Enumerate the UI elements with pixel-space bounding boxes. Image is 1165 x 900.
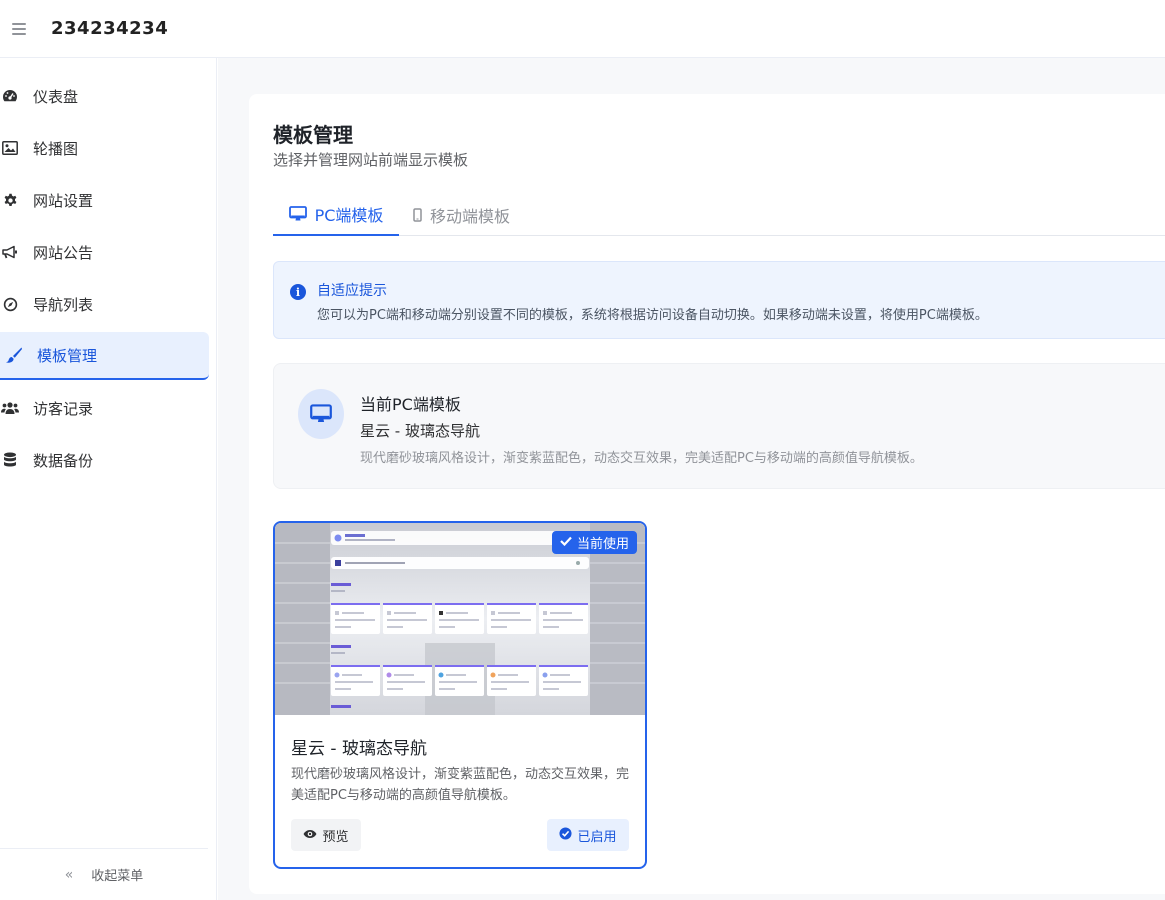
current-template-description: 现代磨砂玻璃风格设计，渐变紫蓝配色，动态交互效果，完美适配PC与移动端的高颜值导…	[360, 451, 923, 466]
megaphone-icon	[0, 242, 20, 262]
mobile-icon	[413, 208, 422, 222]
image-icon	[0, 138, 20, 158]
sidebar-nav: 仪表盘 轮播图 网站设置 网站公告 导航列表 模板管理 访客记录 数据备份	[0, 72, 217, 488]
template-card-description: 现代磨砂玻璃风格设计，渐变紫蓝配色，动态交互效果，完美适配PC与移动端的高颜值导…	[291, 767, 630, 803]
sidebar-item-template-management[interactable]: 模板管理	[0, 332, 209, 380]
tab-label: 移动端模板	[430, 207, 511, 226]
sidebar-item-carousel[interactable]: 轮播图	[0, 124, 217, 172]
brush-icon	[4, 345, 24, 365]
dashboard-icon	[0, 86, 20, 106]
alert-description: 您可以为PC端和移动端分别设置不同的模板，系统将根据访问设备自动切换。如果移动端…	[317, 308, 988, 323]
sidebar-item-visitor-log[interactable]: 访客记录	[0, 384, 217, 432]
info-icon: i	[290, 284, 306, 300]
adaptive-tip-alert: i 自适应提示 您可以为PC端和移动端分别设置不同的模板，系统将根据访问设备自动…	[273, 261, 1165, 339]
tab-label: PC端模板	[314, 206, 384, 225]
sidebar-item-label: 轮播图	[33, 139, 79, 158]
sidebar-item-label: 访客记录	[33, 399, 94, 418]
tab-mobile-templates[interactable]: 移动端模板	[413, 194, 510, 236]
template-card[interactable]: 当前使用 星云 - 玻璃态导航 现代磨砂玻璃风格设计，渐变紫蓝配色，动态交互效果…	[273, 521, 647, 869]
current-template-name: 星云 - 玻璃态导航	[360, 422, 480, 440]
enabled-button[interactable]: 已启用	[547, 819, 629, 851]
sidebar: 仪表盘 轮播图 网站设置 网站公告 导航列表 模板管理 访客记录 数据备份 « …	[0, 58, 217, 900]
users-icon	[0, 398, 20, 418]
sidebar-item-dashboard[interactable]: 仪表盘	[0, 72, 217, 120]
main-content: 模板管理 选择并管理网站前端显示模板 PC端模板 移动端模板 i 自适应提示 您…	[218, 58, 1165, 900]
top-bar: 234234234	[0, 0, 1165, 58]
check-icon	[560, 535, 572, 550]
monitor-icon	[298, 389, 344, 439]
preview-label: 预览	[322, 829, 349, 845]
hamburger-menu-icon[interactable]	[12, 17, 36, 41]
app-title: 234234234	[51, 18, 169, 39]
double-chevron-left-icon: «	[64, 866, 74, 883]
template-panel: 模板管理 选择并管理网站前端显示模板 PC端模板 移动端模板 i 自适应提示 您…	[249, 94, 1165, 894]
sidebar-item-nav-list[interactable]: 导航列表	[0, 280, 217, 328]
badge-label: 当前使用	[576, 537, 629, 552]
page-subtitle: 选择并管理网站前端显示模板	[273, 151, 469, 169]
sidebar-item-label: 模板管理	[37, 346, 98, 365]
sidebar-item-label: 仪表盘	[33, 87, 79, 106]
check-circle-icon	[559, 826, 573, 844]
current-template-label: 当前PC端模板	[360, 395, 461, 414]
template-tabs: PC端模板 移动端模板	[273, 194, 1165, 236]
sidebar-item-announcement[interactable]: 网站公告	[0, 228, 217, 276]
sidebar-item-data-backup[interactable]: 数据备份	[0, 436, 217, 484]
tab-pc-templates[interactable]: PC端模板	[273, 194, 399, 236]
current-use-badge: 当前使用	[551, 531, 637, 554]
sidebar-item-label: 网站设置	[33, 191, 94, 210]
monitor-icon	[288, 206, 307, 222]
sidebar-item-label: 导航列表	[33, 295, 94, 314]
sidebar-item-label: 网站公告	[33, 243, 94, 262]
current-template-box: 当前PC端模板 星云 - 玻璃态导航 现代磨砂玻璃风格设计，渐变紫蓝配色，动态交…	[273, 363, 1165, 489]
sidebar-item-label: 数据备份	[33, 451, 94, 470]
gear-icon	[0, 190, 20, 210]
collapse-menu-button[interactable]: « 收起菜单	[0, 848, 208, 900]
template-card-title: 星云 - 玻璃态导航	[291, 739, 427, 759]
collapse-menu-label: 收起菜单	[91, 869, 144, 884]
enabled-label: 已启用	[577, 829, 617, 845]
database-icon	[0, 450, 20, 470]
alert-title: 自适应提示	[317, 283, 387, 299]
compass-icon	[0, 294, 20, 314]
preview-button[interactable]: 预览	[291, 819, 361, 851]
template-preview-image: 当前使用	[275, 523, 645, 715]
eye-icon	[303, 828, 317, 843]
sidebar-item-site-settings[interactable]: 网站设置	[0, 176, 217, 224]
page-title: 模板管理	[273, 123, 353, 147]
